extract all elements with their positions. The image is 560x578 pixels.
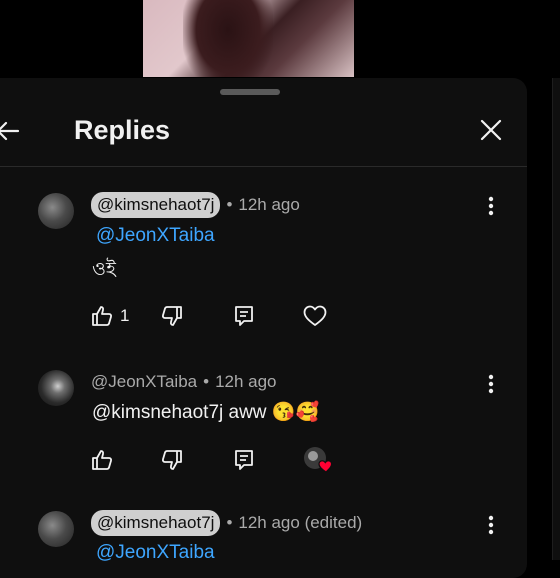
creator-heart-badge[interactable]: [302, 446, 334, 474]
reply-button[interactable]: [232, 446, 256, 474]
like-button[interactable]: 1: [90, 302, 129, 330]
creator-heart-icon: [304, 447, 333, 473]
author-handle[interactable]: @kimsnehaot7j: [91, 192, 221, 218]
author-handle[interactable]: @kimsnehaot7j: [91, 510, 221, 536]
reply-comment: @kimsnehaot7j • 12h ago (edited) @JeonXT…: [0, 509, 527, 578]
page-title: Replies: [74, 115, 171, 145]
author-handle[interactable]: @JeonXTaiba: [91, 372, 197, 392]
comment-meta: @JeonXTaiba • 12h ago: [91, 368, 277, 396]
more-vert-icon[interactable]: [485, 514, 497, 536]
background-panel-edge: [552, 78, 560, 560]
reply-comment: @JeonXTaiba • 12h ago @kimsnehaot7j aww …: [0, 368, 527, 478]
more-vert-icon[interactable]: [485, 373, 497, 395]
comment-time: 12h ago: [215, 372, 277, 391]
thumb-down-icon: [161, 450, 182, 470]
separator-dot: •: [226, 195, 233, 214]
reply-button[interactable]: [232, 302, 256, 330]
more-vert-icon[interactable]: [485, 195, 497, 217]
close-icon[interactable]: [479, 118, 503, 142]
separator-dot: •: [203, 372, 210, 391]
reply-icon: [235, 306, 253, 326]
separator-dot: •: [226, 513, 233, 532]
comment-actions: 1: [90, 302, 390, 330]
avatar[interactable]: [38, 370, 74, 406]
heart-outline-icon: [303, 305, 327, 326]
mention-link[interactable]: @JeonXTaiba: [96, 225, 215, 247]
comment-actions: [90, 446, 390, 474]
back-arrow-icon[interactable]: [0, 116, 22, 146]
comment-text: @kimsnehaot7j aww 😘🥰: [92, 402, 320, 423]
dislike-button[interactable]: [160, 446, 184, 474]
video-thumbnail: [143, 0, 354, 77]
heart-button[interactable]: [302, 302, 328, 330]
comment-time: 12h ago: [238, 195, 300, 214]
like-button[interactable]: [90, 446, 120, 474]
reply-comment: @kimsnehaot7j • 12h ago @JeonXTaiba ওই 1: [0, 191, 527, 341]
like-count: 1: [120, 306, 130, 325]
replies-header: Replies: [0, 78, 527, 167]
avatar[interactable]: [38, 193, 74, 229]
comment-time: 12h ago (edited): [238, 513, 363, 532]
thumb-up-icon: [92, 450, 113, 470]
thumb-down-icon: [161, 306, 182, 326]
dislike-button[interactable]: [160, 302, 184, 330]
replies-panel: Replies @kimsnehaot7j • 12h ago @JeonXTa…: [0, 78, 527, 578]
mention-link[interactable]: @JeonXTaiba: [96, 542, 215, 564]
thumb-up-icon: [92, 306, 113, 326]
comment-meta: @kimsnehaot7j • 12h ago: [91, 191, 300, 219]
reply-icon: [235, 450, 253, 470]
comment-meta: @kimsnehaot7j • 12h ago (edited): [91, 509, 362, 537]
comment-text: ওই: [92, 259, 116, 280]
avatar[interactable]: [38, 511, 74, 547]
